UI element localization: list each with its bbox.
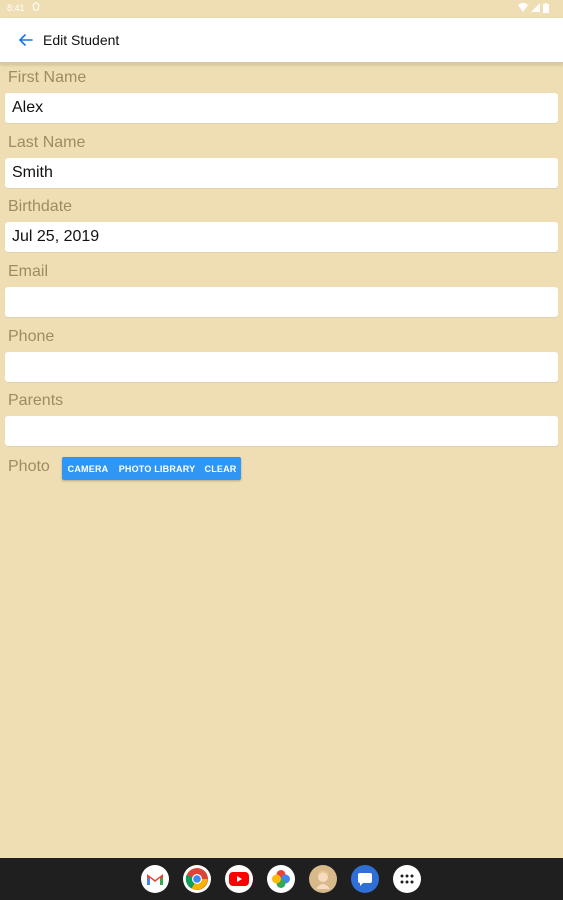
first-name-value: Alex (12, 99, 44, 116)
status-time: 8:41 (7, 3, 25, 13)
birthdate-field[interactable]: Jul 25, 2019 (5, 222, 558, 252)
first-name-field[interactable]: Alex (5, 93, 558, 123)
wifi-icon (518, 3, 528, 12)
camera-button[interactable]: CAMERA (62, 457, 114, 480)
contact-avatar-icon[interactable] (309, 865, 337, 893)
back-arrow-icon[interactable] (19, 33, 33, 47)
status-bar: 8:41 (0, 0, 563, 18)
birthdate-value: Jul 25, 2019 (12, 228, 100, 245)
youtube-icon[interactable] (225, 865, 253, 893)
photo-button-group: CAMERA PHOTO LIBRARY CLEAR (62, 457, 241, 480)
email-label: Email (8, 263, 49, 280)
battery-icon (543, 3, 549, 13)
first-name-label: First Name (8, 69, 87, 86)
page-title: Edit Student (43, 32, 120, 48)
photo-label: Photo (8, 458, 50, 475)
photos-icon[interactable] (267, 865, 295, 893)
last-name-field[interactable]: Smith (5, 158, 558, 188)
status-icons (518, 3, 549, 13)
parents-field[interactable] (5, 416, 558, 446)
gmail-icon[interactable] (141, 865, 169, 893)
chrome-icon[interactable] (183, 865, 211, 893)
phone-field[interactable] (5, 352, 558, 382)
phone-label: Phone (8, 328, 55, 345)
signal-icon (531, 3, 540, 12)
clear-photo-button[interactable]: CLEAR (200, 457, 241, 480)
app-bar: Edit Student (0, 18, 563, 64)
photo-library-button[interactable]: PHOTO LIBRARY (114, 457, 200, 480)
email-field[interactable] (5, 287, 558, 317)
birthdate-label: Birthdate (8, 198, 73, 215)
last-name-value: Smith (12, 164, 53, 181)
last-name-label: Last Name (8, 134, 86, 151)
app-drawer-icon[interactable] (393, 865, 421, 893)
notification-icon (32, 2, 40, 11)
parents-label: Parents (8, 392, 64, 409)
messages-icon[interactable] (351, 865, 379, 893)
taskbar (0, 858, 563, 900)
